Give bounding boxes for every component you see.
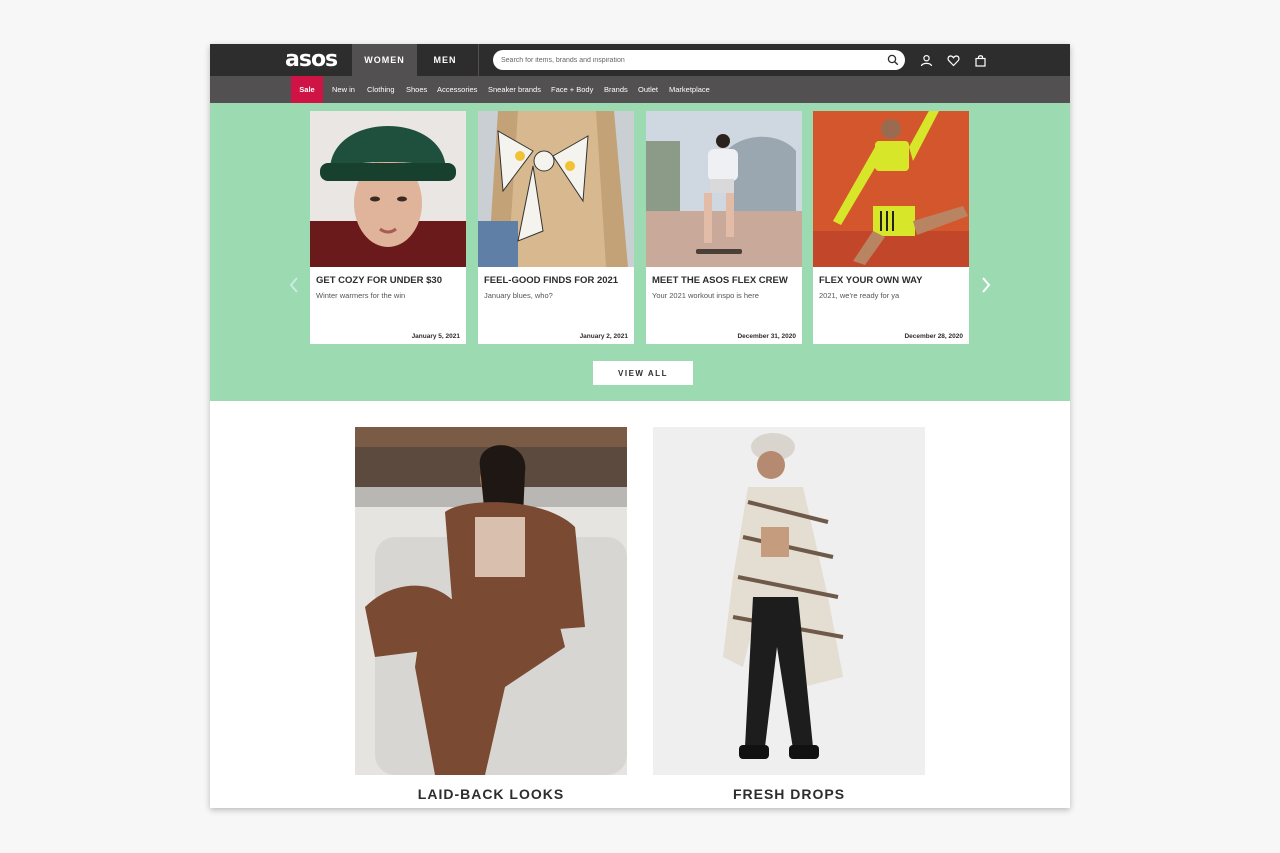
promo-title: FLEX YOUR OWN WAY [819,275,923,286]
promo-image [310,111,466,267]
promo-date: December 28, 2020 [904,333,963,340]
promo-subtitle: Your 2021 workout inspo is here [652,291,759,300]
chevron-right-icon[interactable] [980,275,992,295]
promo-date: December 31, 2020 [737,333,796,340]
promo-card[interactable]: MEET THE ASOS FLEX CREW Your 2021 workou… [646,111,802,344]
promo-card[interactable]: FEEL-GOOD FINDS FOR 2021 January blues, … [478,111,634,344]
tab-women[interactable]: WOMEN [352,44,417,76]
promo-date: January 5, 2021 [411,333,460,340]
promo-card[interactable]: FLEX YOUR OWN WAY 2021, we're ready for … [813,111,969,344]
promo-carousel: GET COZY FOR UNDER $30 Winter warmers fo… [210,103,1070,401]
nav-sneaker-brands[interactable]: Sneaker brands [488,76,541,103]
nav-face-body[interactable]: Face + Body [551,76,593,103]
category-nav: Sale New in Clothing Shoes Accessories S… [210,76,1070,103]
promo-image [813,111,969,267]
promo-date: January 2, 2021 [579,333,628,340]
promo-title: GET COZY FOR UNDER $30 [316,275,442,286]
browser-page: asos WOMEN MEN Sale New in Clothing Shoe… [210,44,1070,808]
feature-caption-laid-back[interactable]: LAID-BACK LOOKS [355,786,627,802]
account-icon[interactable] [920,54,933,67]
nav-accessories[interactable]: Accessories [437,76,477,103]
chevron-left-icon[interactable] [288,275,300,295]
nav-new-in[interactable]: New in [332,76,355,103]
promo-image [478,111,634,267]
nav-outlet[interactable]: Outlet [638,76,658,103]
tab-men[interactable]: MEN [417,44,473,76]
feature-image-laid-back[interactable] [355,427,627,775]
header-divider [478,44,479,76]
nav-shoes[interactable]: Shoes [406,76,427,103]
promo-title: MEET THE ASOS FLEX CREW [652,275,788,286]
feature-image-fresh-drops[interactable] [653,427,925,775]
promo-subtitle: 2021, we're ready for ya [819,291,900,300]
nav-marketplace[interactable]: Marketplace [669,76,710,103]
heart-icon[interactable] [947,54,960,67]
promo-subtitle: January blues, who? [484,291,553,300]
promo-card[interactable]: GET COZY FOR UNDER $30 Winter warmers fo… [310,111,466,344]
promo-title: FEEL-GOOD FINDS FOR 2021 [484,275,619,286]
header: asos WOMEN MEN [210,44,1070,76]
nav-sale[interactable]: Sale [291,76,323,103]
promo-subtitle: Winter warmers for the win [316,291,406,300]
search-input[interactable] [501,50,871,70]
bag-icon[interactable] [974,54,987,67]
feature-caption-fresh-drops[interactable]: FRESH DROPS [653,786,925,802]
nav-clothing[interactable]: Clothing [367,76,395,103]
asos-logo[interactable]: asos [285,47,338,73]
nav-brands[interactable]: Brands [604,76,628,103]
search-bar[interactable] [493,50,905,70]
promo-image [646,111,802,267]
view-all-button[interactable]: VIEW ALL [593,361,693,385]
search-icon[interactable] [887,54,899,66]
